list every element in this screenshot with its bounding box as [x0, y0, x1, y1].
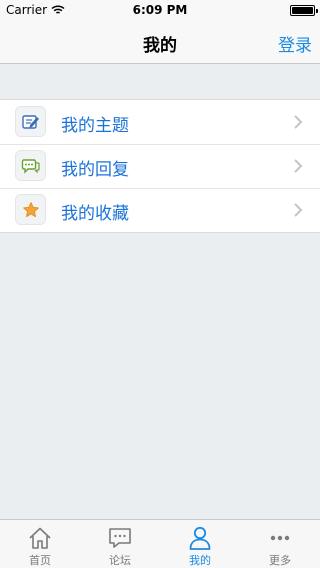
edit-topic-icon	[15, 106, 46, 137]
menu-item-label: 我的回复	[61, 160, 129, 180]
tab-more[interactable]: 更多	[240, 520, 320, 568]
reply-bubble-icon	[15, 150, 46, 181]
page-title: 我的	[143, 36, 177, 56]
profile-menu-list: 我的主题 我的回复 我的收藏	[0, 99, 320, 233]
status-bar: Carrier 6:09 PM	[0, 0, 320, 20]
menu-item-my-replies[interactable]: 我的回复	[0, 144, 320, 188]
tab-label: 论坛	[109, 554, 131, 567]
chevron-right-icon	[294, 203, 303, 217]
menu-item-my-favorites[interactable]: 我的收藏	[0, 188, 320, 232]
home-icon	[29, 527, 51, 549]
chevron-right-icon	[294, 159, 303, 173]
star-icon	[15, 194, 46, 225]
menu-item-my-topics[interactable]: 我的主题	[0, 100, 320, 144]
login-button[interactable]: 登录	[278, 31, 312, 56]
forum-chat-icon	[109, 528, 131, 548]
menu-item-label: 我的收藏	[61, 204, 129, 224]
tab-bar: 首页 论坛 我的 更多	[0, 519, 320, 568]
tab-label: 更多	[269, 554, 291, 567]
chevron-right-icon	[294, 115, 303, 129]
tab-home[interactable]: 首页	[0, 520, 80, 568]
tab-mine[interactable]: 我的	[160, 520, 240, 568]
tab-label: 我的	[189, 554, 211, 567]
more-dots-icon	[270, 535, 290, 541]
navigation-bar: 我的 登录	[0, 20, 320, 64]
tab-forum[interactable]: 论坛	[80, 520, 160, 568]
user-icon	[189, 526, 211, 550]
tab-label: 首页	[29, 554, 51, 567]
status-time: 6:09 PM	[132, 3, 188, 17]
battery-icon	[290, 5, 318, 16]
menu-item-label: 我的主题	[61, 116, 129, 136]
